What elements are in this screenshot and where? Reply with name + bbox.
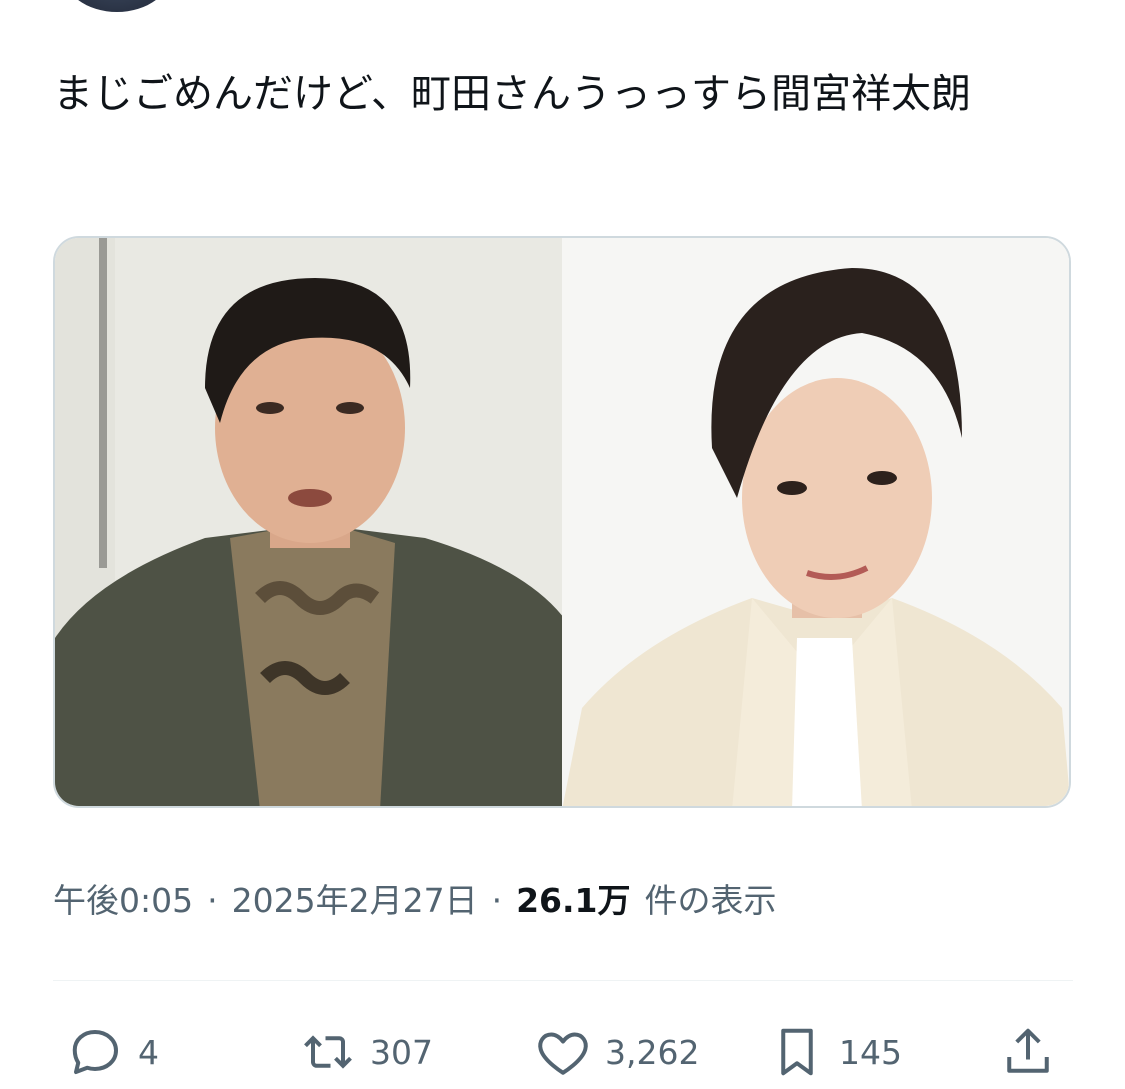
avatar[interactable]: [62, 0, 172, 12]
tweet-text: まじごめんだけど、町田さんうっっすら間宮祥太朗: [53, 71, 971, 117]
views-label: 件の表示: [644, 881, 777, 920]
views-count: 26.1万: [516, 881, 631, 920]
image-left[interactable]: [55, 238, 562, 806]
retweet-icon: [304, 1035, 352, 1069]
retweet-button[interactable]: 307: [298, 1022, 433, 1082]
bookmark-icon: [781, 1028, 813, 1076]
bookmark-button[interactable]: 145: [767, 1022, 902, 1082]
tweet-date[interactable]: 2025年2月27日: [232, 874, 478, 922]
divider: [53, 980, 1073, 981]
retweet-count: 307: [370, 1032, 433, 1072]
like-button[interactable]: 3,262: [533, 1022, 699, 1082]
photo-man-green-jacket-icon: [55, 238, 562, 806]
meta-separator: ·: [491, 881, 503, 920]
reply-button[interactable]: 4: [66, 1022, 159, 1082]
tweet-meta: 午後0:05 · 2025年2月27日 · 26.1万 件の表示: [53, 874, 777, 922]
reply-icon: [72, 1030, 118, 1074]
heart-icon: [538, 1032, 588, 1075]
tweet-time[interactable]: 午後0:05: [53, 874, 193, 922]
share-icon: [1007, 1028, 1049, 1073]
meta-separator: ·: [207, 881, 218, 920]
image-right[interactable]: [562, 238, 1069, 806]
media-grid: [53, 236, 1071, 808]
reply-count: 4: [138, 1032, 159, 1072]
bookmark-count: 145: [839, 1032, 902, 1072]
like-count: 3,262: [605, 1032, 700, 1072]
photo-man-white-jacket-icon: [562, 238, 1069, 806]
share-button[interactable]: [998, 1022, 1058, 1082]
